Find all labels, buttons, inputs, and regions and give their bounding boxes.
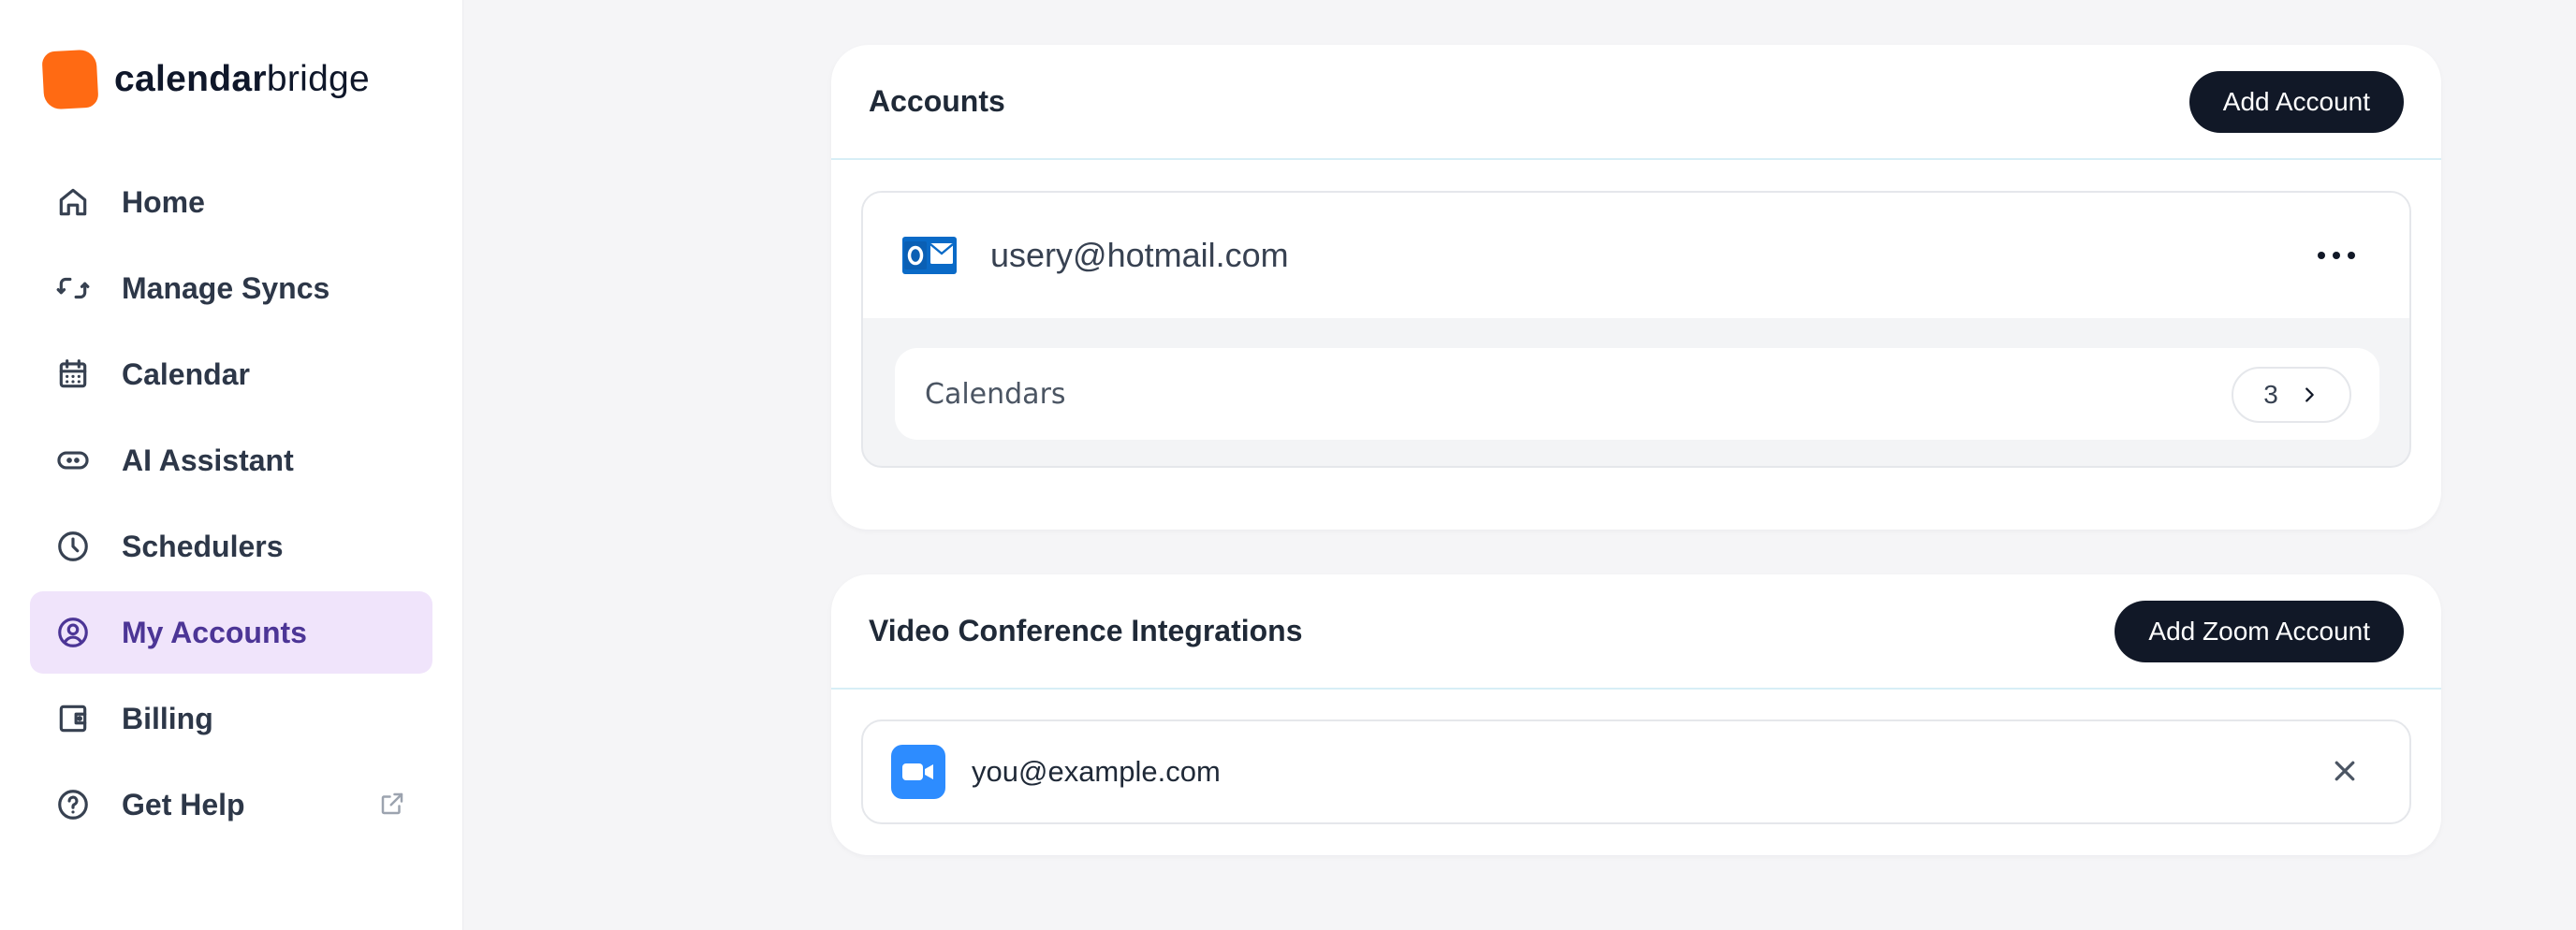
sidebar-item-manage-syncs[interactable]: Manage Syncs: [30, 247, 432, 329]
sidebar-item-label: AI Assistant: [122, 443, 294, 477]
logo-mark-icon: [41, 49, 99, 110]
account-email: usery@hotmail.com: [990, 236, 1289, 274]
sidebar-item-calendar[interactable]: Calendar: [30, 333, 432, 415]
zoom-icon: [891, 745, 945, 799]
sidebar-item-label: Home: [122, 184, 205, 219]
chevron-right-icon: [2305, 387, 2314, 402]
home-icon: [54, 183, 92, 221]
video-integrations-card: Video Conference Integrations Add Zoom A…: [831, 574, 2441, 855]
brand-logo[interactable]: calendarbridge: [41, 49, 371, 110]
calendars-count-button[interactable]: 3: [2232, 367, 2351, 423]
sidebar-item-label: Billing: [122, 701, 213, 735]
sidebar: calendarbridge Home Manage Syncs Calenda…: [0, 0, 463, 930]
outlook-icon: [902, 237, 957, 274]
add-account-button[interactable]: Add Account: [2188, 70, 2404, 133]
sidebar-nav: Home Manage Syncs Calendar AI Assistant …: [30, 161, 432, 850]
calendar-icon: [54, 356, 92, 393]
remove-zoom-account-icon[interactable]: [2331, 757, 2361, 787]
user-circle-icon: [54, 614, 92, 651]
sidebar-item-billing[interactable]: Billing: [30, 677, 432, 760]
sidebar-item-label: Schedulers: [122, 529, 284, 563]
sidebar-item-schedulers[interactable]: Schedulers: [30, 505, 432, 588]
external-link-icon: [378, 790, 408, 820]
sidebar-item-label: Get Help: [122, 787, 245, 821]
account-row: usery@hotmail.com: [863, 193, 2409, 318]
sidebar-item-home[interactable]: Home: [30, 161, 432, 243]
more-options-icon[interactable]: [2318, 241, 2355, 269]
help-icon: [54, 786, 92, 823]
zoom-account-item: you@example.com: [861, 719, 2411, 824]
sidebar-item-label: Calendar: [122, 356, 250, 391]
video-title: Video Conference Integrations: [869, 614, 1303, 647]
wallet-icon: [54, 700, 92, 737]
brand-name: calendarbridge: [114, 59, 371, 99]
sidebar-item-get-help[interactable]: Get Help: [30, 763, 432, 846]
clock-icon: [54, 528, 92, 565]
sidebar-item-ai-assistant[interactable]: AI Assistant: [30, 419, 432, 501]
account-item: usery@hotmail.com Calendars 3: [861, 191, 2411, 468]
accounts-header: Accounts Add Account: [831, 45, 2441, 160]
video-header: Video Conference Integrations Add Zoom A…: [831, 574, 2441, 690]
zoom-account-email: you@example.com: [972, 755, 1221, 788]
calendars-label: Calendars: [925, 377, 1066, 411]
add-zoom-account-button[interactable]: Add Zoom Account: [2115, 600, 2404, 662]
sync-icon: [54, 269, 92, 307]
accounts-title: Accounts: [869, 84, 1005, 118]
calendars-row[interactable]: Calendars 3: [895, 348, 2379, 440]
sidebar-item-label: My Accounts: [122, 615, 307, 649]
sidebar-item-my-accounts[interactable]: My Accounts: [30, 591, 432, 674]
ai-assistant-icon: [54, 442, 92, 479]
sidebar-item-label: Manage Syncs: [122, 270, 330, 305]
accounts-card: Accounts Add Account usery@hotmail.com C…: [831, 45, 2441, 530]
calendars-count: 3: [2263, 380, 2278, 409]
